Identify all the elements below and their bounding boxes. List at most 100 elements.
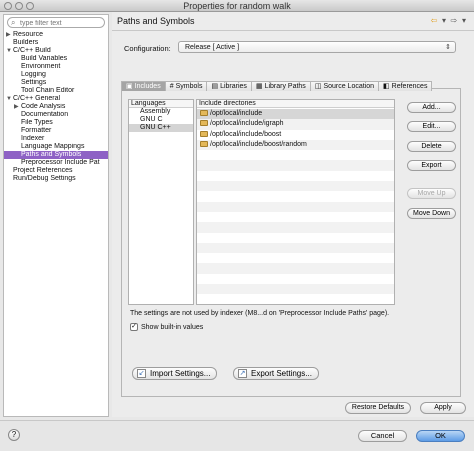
sidebar-item[interactable]: Preprocessor Include Pat — [4, 159, 108, 167]
export-button[interactable]: Export — [407, 160, 456, 171]
apply-button[interactable]: Apply — [420, 402, 466, 414]
sidebar-item[interactable]: Paths and Symbols — [4, 151, 108, 159]
tab-label: References — [391, 83, 428, 90]
sidebar-item[interactable]: ▶ Code Analysis — [4, 103, 108, 111]
export-settings-label: Export Settings... — [251, 369, 312, 378]
include-dir-path: /opt/local/include/igraph — [210, 120, 284, 128]
empty-row — [197, 150, 394, 160]
sidebar-item-label: Environment — [21, 63, 61, 70]
include-directories-header: Include directories — [197, 100, 394, 108]
expanded-twisty-icon[interactable]: ▼ — [6, 95, 13, 103]
sidebar-item-label: Settings — [21, 79, 47, 86]
tab-includes[interactable]: ▣ Includes — [121, 81, 166, 91]
empty-row — [197, 284, 394, 295]
indexer-note: The settings are not used by indexer (M8… — [130, 310, 390, 317]
sidebar-item-label: Run/Debug Settings — [13, 175, 76, 182]
languages-list: Languages Assembly GNU C GNU C++ — [128, 99, 194, 305]
include-dir-row[interactable]: /opt/local/include/boost — [197, 130, 394, 140]
collapsed-twisty-icon[interactable]: ▶ — [6, 31, 13, 39]
tab-bar: ▣ Includes # Symbols ▤ Libraries ▦ Library Path… — [121, 81, 433, 91]
add-button[interactable]: Add... — [407, 102, 456, 113]
empty-row — [197, 263, 394, 274]
include-dir-row[interactable]: /opt/local/include/igraph — [197, 119, 394, 130]
sidebar-item-label: Project References — [13, 167, 73, 174]
language-item[interactable]: Assembly — [129, 108, 193, 116]
tab-symbols[interactable]: # Symbols — [164, 81, 208, 91]
back-menu-icon[interactable]: ▾ — [440, 16, 448, 25]
languages-header: Languages — [129, 100, 193, 108]
move-up-button[interactable]: Move Up — [407, 188, 456, 199]
sidebar-item[interactable]: Indexer — [4, 135, 108, 143]
sidebar-item[interactable]: Settings — [4, 79, 108, 87]
empty-row — [197, 171, 394, 181]
collapsed-twisty-icon[interactable]: ▶ — [14, 103, 21, 111]
folder-icon — [200, 120, 208, 127]
sidebar-item[interactable]: Environment — [4, 63, 108, 71]
references-icon: ◧ — [383, 83, 390, 90]
tab-references[interactable]: ◧ References — [378, 81, 433, 91]
sidebar-item-label: Language Mappings — [21, 143, 85, 150]
sidebar-item[interactable]: Language Mappings — [4, 143, 108, 151]
include-dir-row[interactable]: /opt/local/include/boost/random — [197, 139, 394, 151]
hash-icon: # — [169, 83, 174, 90]
sidebar-item[interactable]: ▶ Resource — [4, 31, 108, 39]
sidebar-item[interactable]: Build Variables — [4, 55, 108, 63]
include-directories-table: Include directories /opt/local/include/o… — [196, 99, 395, 305]
empty-row — [197, 212, 394, 222]
sidebar-item[interactable]: Tool Chain Editor — [4, 87, 108, 95]
sidebar-item-label: File Types — [21, 119, 53, 126]
sidebar-item[interactable]: File Types — [4, 119, 108, 127]
configuration-value: Release [ Active ] — [185, 44, 240, 51]
forward-menu-icon[interactable]: ▾ — [460, 16, 468, 25]
sidebar-item[interactable]: ▼C/C++ Build — [4, 47, 108, 55]
sidebar-item[interactable]: ▼C/C++ General — [4, 95, 108, 103]
language-item[interactable]: GNU C++ — [129, 124, 193, 132]
show-builtin-checkbox[interactable]: ✓ — [130, 323, 138, 331]
empty-row — [197, 222, 394, 233]
filter-box[interactable]: ⌕ — [7, 17, 105, 28]
forward-arrow-icon[interactable]: ⇨ — [450, 16, 458, 25]
import-settings-button[interactable]: ↙ Import Settings... — [132, 367, 218, 380]
help-icon[interactable]: ? — [8, 429, 20, 441]
empty-row — [197, 181, 394, 192]
sidebar-item[interactable]: Formatter — [4, 127, 108, 135]
sidebar-item[interactable]: Documentation — [4, 111, 108, 119]
sidebar-item-label: Indexer — [21, 135, 45, 142]
empty-row — [197, 233, 394, 243]
tab-label: Symbols — [175, 83, 203, 90]
back-arrow-icon[interactable]: ⇦ — [430, 16, 438, 25]
show-builtin-row[interactable]: ✓ Show built-in values — [130, 323, 203, 331]
sidebar-item-label: Formatter — [21, 127, 52, 134]
tab-libraries[interactable]: ▤ Libraries — [206, 81, 252, 91]
folder-icon — [200, 141, 208, 148]
sidebar-item-label: Resource — [13, 31, 43, 38]
delete-button[interactable]: Delete — [407, 141, 456, 152]
empty-row — [197, 191, 394, 201]
export-settings-button[interactable]: ↗ Export Settings... — [233, 367, 319, 380]
import-icon: ↙ — [137, 369, 146, 378]
sidebar-item[interactable]: Run/Debug Settings — [4, 175, 108, 183]
filter-input[interactable] — [20, 19, 100, 27]
sidebar-item[interactable]: Project References — [4, 167, 108, 175]
cancel-button[interactable]: Cancel — [358, 430, 407, 442]
language-item[interactable]: GNU C — [129, 116, 193, 124]
sidebar-item-label: Preprocessor Include Pat — [21, 159, 100, 166]
includes-icon: ▣ — [126, 83, 133, 90]
sidebar-item[interactable]: Builders — [4, 39, 108, 47]
edit-button[interactable]: Edit... — [407, 121, 456, 132]
tab-library-paths[interactable]: ▦ Library Paths — [250, 81, 311, 91]
expanded-twisty-icon[interactable]: ▼ — [6, 47, 13, 55]
import-settings-label: Import Settings... — [150, 369, 211, 378]
window-titlebar: Properties for random walk — [0, 0, 474, 12]
ok-button[interactable]: OK — [416, 430, 465, 442]
restore-defaults-button[interactable]: Restore Defaults — [345, 402, 411, 414]
include-dir-row[interactable]: /opt/local/include — [197, 109, 394, 120]
tab-label: Library Paths — [264, 83, 306, 90]
tab-source-location[interactable]: ◫ Source Location — [309, 81, 380, 91]
sidebar-item-label: Logging — [21, 71, 46, 78]
window-title: Properties for random walk — [183, 1, 291, 11]
sidebar-item[interactable]: Logging — [4, 71, 108, 79]
folder-icon — [200, 110, 208, 117]
configuration-select[interactable]: Release [ Active ] ⇕ — [178, 41, 456, 53]
move-down-button[interactable]: Move Down — [407, 208, 456, 219]
